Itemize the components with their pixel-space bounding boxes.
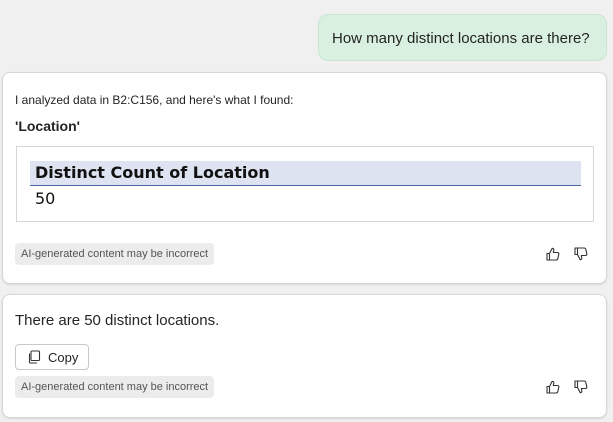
copy-button-label: Copy	[48, 349, 79, 365]
thumbs-down-icon[interactable]	[572, 378, 590, 396]
answer-text: There are 50 distinct locations.	[15, 312, 220, 329]
table-header: Distinct Count of Location	[30, 161, 581, 186]
thumbs-down-icon[interactable]	[572, 245, 590, 263]
user-message-bubble: How many distinct locations are there?	[318, 14, 607, 61]
analysis-intro-text: I analyzed data in B2:C156, and here's w…	[15, 93, 294, 107]
thumbs-up-icon[interactable]	[544, 245, 562, 263]
ai-disclaimer-badge: AI-generated content may be incorrect	[15, 243, 215, 265]
copy-icon	[27, 350, 41, 364]
copy-button[interactable]: Copy	[15, 344, 89, 370]
ai-disclaimer-badge: AI-generated content may be incorrect	[15, 376, 215, 398]
assistant-response-card: I analyzed data in B2:C156, and here's w…	[2, 72, 607, 284]
table-cell-value: 50	[35, 189, 56, 208]
result-table: Distinct Count of Location 50	[16, 146, 594, 222]
assistant-answer-card: There are 50 distinct locations. Copy AI…	[2, 294, 607, 418]
user-message-text: How many distinct locations are there?	[332, 30, 590, 47]
thumbs-up-icon[interactable]	[544, 378, 562, 396]
result-label: 'Location'	[15, 118, 80, 134]
